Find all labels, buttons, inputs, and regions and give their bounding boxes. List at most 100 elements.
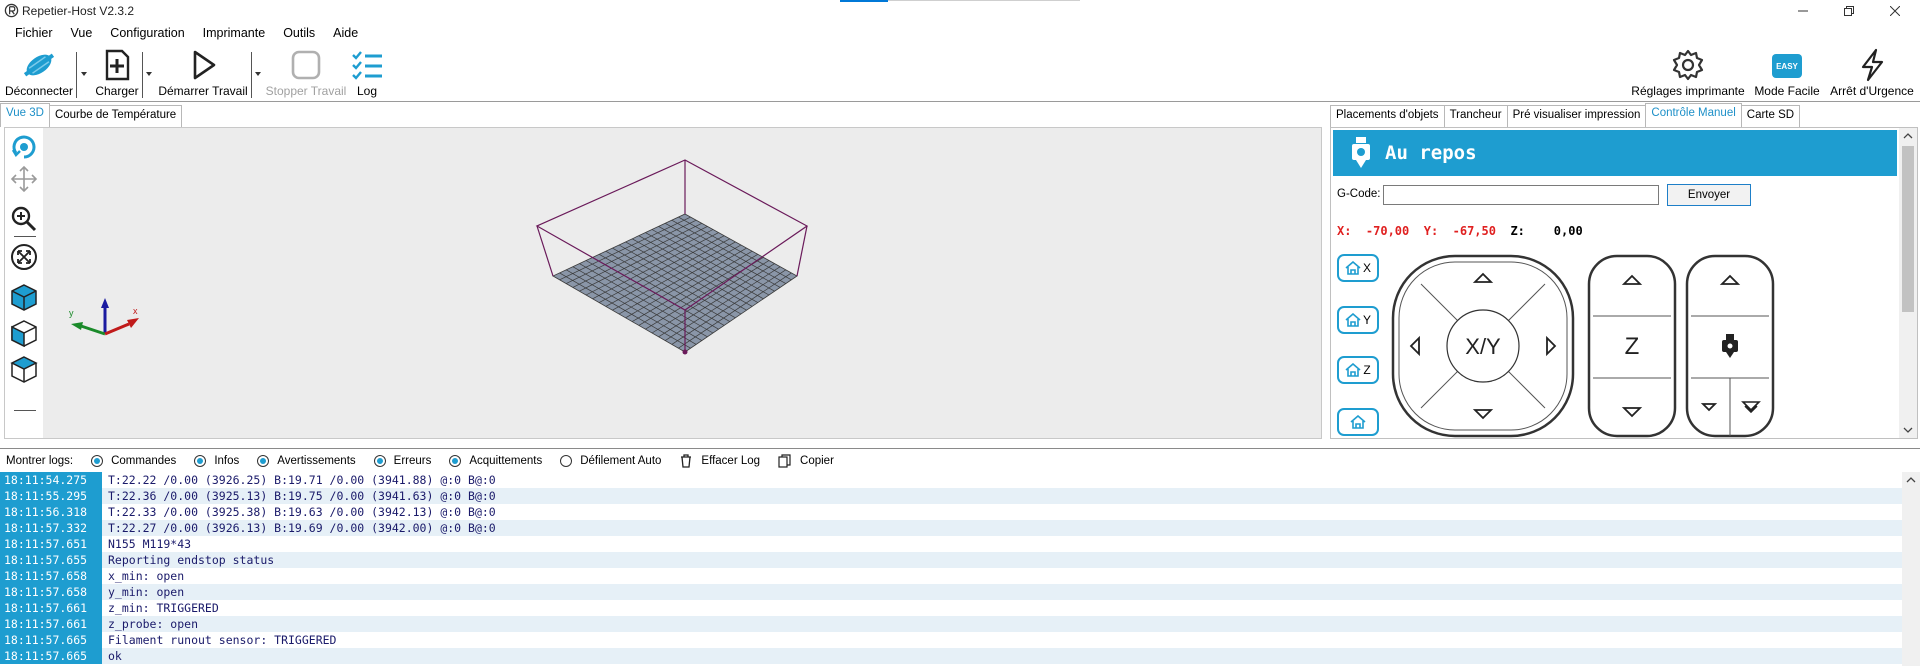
- position-readout: X: -70,00 Y: -67,50 Z: 0,00: [1337, 224, 1583, 238]
- log-scrollbar[interactable]: [1902, 472, 1920, 666]
- log-row[interactable]: 18:11:57.655 Reporting endstop status: [0, 552, 1902, 568]
- start-job-dropdown-icon[interactable]: [254, 70, 262, 78]
- minimize-button[interactable]: [1780, 0, 1826, 22]
- log-row[interactable]: 18:11:57.332 T:22.27 /0.00 (3926.13) B:19…: [0, 520, 1902, 536]
- scroll-up-icon[interactable]: [1906, 476, 1916, 484]
- right-tab-strip: Placements d'objets Trancheur Pré visual…: [1330, 103, 1801, 127]
- filter-acks[interactable]: Acquittements: [449, 454, 542, 467]
- menu-aide[interactable]: Aide: [324, 24, 367, 46]
- extruder-jog-pad[interactable]: [1685, 254, 1775, 438]
- menu-vue[interactable]: Vue: [62, 24, 102, 46]
- log-list[interactable]: 18:11:54.275 T:22.22 /0.00 (3926.25) B:19…: [0, 472, 1920, 666]
- autoscroll-label: Défilement Auto: [580, 454, 662, 467]
- z-jog-pad[interactable]: Z: [1587, 254, 1677, 438]
- xy-jog-pad[interactable]: X/Y: [1391, 254, 1575, 438]
- scroll-up-icon[interactable]: [1903, 132, 1913, 140]
- iso-view-tool[interactable]: [9, 282, 39, 312]
- filter-commands[interactable]: Commandes: [91, 454, 176, 467]
- send-button[interactable]: Envoyer: [1667, 184, 1751, 206]
- log-button[interactable]: Log: [350, 46, 384, 102]
- log-row[interactable]: 18:11:56.318 T:22.33 /0.00 (3925.38) B:19…: [0, 504, 1902, 520]
- close-button[interactable]: [1872, 0, 1918, 22]
- filter-errors-label: Erreurs: [393, 454, 432, 467]
- filter-commands-toggle[interactable]: [91, 454, 104, 467]
- filter-errors-toggle[interactable]: [373, 454, 386, 467]
- log-timestamp: 18:11:56.318: [0, 504, 102, 520]
- home-icon: [1345, 363, 1361, 377]
- printer-settings-button[interactable]: Réglages imprimante: [1630, 46, 1746, 102]
- move-tool[interactable]: [9, 164, 39, 194]
- tab-slicer[interactable]: Trancheur: [1443, 105, 1508, 127]
- easy-mode-button[interactable]: EASY Mode Facile: [1752, 46, 1822, 102]
- autoscroll-toggle[interactable]: Défilement Auto: [560, 454, 662, 467]
- load-button[interactable]: Charger: [92, 46, 142, 102]
- scroll-down-icon[interactable]: [1903, 426, 1913, 434]
- log-row[interactable]: 18:11:57.651 N155 M119*43: [0, 536, 1902, 552]
- log-message: z_probe: open: [108, 617, 199, 631]
- rotate-tool[interactable]: [9, 132, 39, 162]
- filter-warnings-toggle[interactable]: [257, 454, 270, 467]
- menu-fichier[interactable]: Fichier: [6, 24, 62, 46]
- home-z-button[interactable]: Z: [1337, 356, 1379, 384]
- tool-separator: [14, 410, 36, 411]
- disconnect-dropdown-icon[interactable]: [80, 70, 88, 78]
- tab-sd-card[interactable]: Carte SD: [1740, 105, 1801, 127]
- log-timestamp: 18:11:57.661: [0, 616, 102, 632]
- easy-badge: EASY: [1776, 62, 1798, 71]
- disconnect-button[interactable]: Déconnecter: [4, 46, 74, 102]
- gcode-input[interactable]: [1383, 185, 1659, 205]
- filter-warnings[interactable]: Avertissements: [257, 454, 356, 467]
- tab-object-placement[interactable]: Placements d'objets: [1330, 105, 1445, 127]
- home-y-button[interactable]: Y: [1337, 306, 1379, 334]
- z-coord-value: 0,00: [1553, 224, 1583, 238]
- tab-temperature-curve[interactable]: Courbe de Température: [48, 105, 183, 127]
- load-dropdown-icon[interactable]: [145, 70, 153, 78]
- log-row[interactable]: 18:11:54.275 T:22.22 /0.00 (3926.25) B:19…: [0, 472, 1902, 488]
- log-row[interactable]: 18:11:57.661 z_min: TRIGGERED: [0, 600, 1902, 616]
- 3d-viewport[interactable]: y x: [4, 127, 1322, 439]
- tab-3d-view[interactable]: Vue 3D: [0, 103, 50, 127]
- copy-log-button[interactable]: Copier: [778, 453, 834, 468]
- lightning-icon: [1861, 48, 1884, 82]
- home-x-button[interactable]: X: [1337, 254, 1379, 282]
- log-row[interactable]: 18:11:57.658 y_min: open: [0, 584, 1902, 600]
- log-row[interactable]: 18:11:57.665 ok: [0, 648, 1902, 664]
- menu-outils[interactable]: Outils: [274, 24, 324, 46]
- stop-icon: [291, 50, 321, 80]
- scroll-thumb[interactable]: [1902, 146, 1914, 312]
- zoom-tool[interactable]: [9, 204, 39, 234]
- tab-manual-control[interactable]: Contrôle Manuel: [1645, 103, 1742, 127]
- filter-infos[interactable]: Infos: [194, 454, 239, 467]
- restore-button[interactable]: [1826, 0, 1872, 22]
- add-file-icon: [105, 49, 130, 81]
- start-job-button[interactable]: Démarrer Travail: [158, 46, 248, 102]
- log-timestamp: 18:11:57.661: [0, 600, 102, 616]
- fit-view-tool[interactable]: [9, 242, 39, 272]
- title-accent-line: [888, 0, 1080, 1]
- filter-infos-toggle[interactable]: [194, 454, 207, 467]
- log-message: T:22.22 /0.00 (3926.25) B:19.71 /0.00 (3…: [108, 473, 496, 487]
- tab-print-preview[interactable]: Pré visualiser impression: [1506, 105, 1647, 127]
- log-row[interactable]: 18:11:55.295 T:22.36 /0.00 (3925.13) B:19…: [0, 488, 1902, 504]
- menu-bar: Fichier Vue Configuration Imprimante Out…: [0, 24, 1920, 46]
- front-view-tool[interactable]: [9, 318, 39, 348]
- menu-configuration[interactable]: Configuration: [101, 24, 193, 46]
- clear-log-button[interactable]: Effacer Log: [679, 453, 760, 468]
- menu-imprimante[interactable]: Imprimante: [194, 24, 275, 46]
- top-view-tool[interactable]: [9, 354, 39, 384]
- stop-job-button[interactable]: Stopper Travail: [266, 46, 346, 102]
- manual-control-panel: Au repos G-Code: Envoyer X: -70,00 Y: -6…: [1330, 127, 1918, 439]
- left-tab-strip: Vue 3D Courbe de Température: [0, 103, 183, 127]
- manual-scrollbar[interactable]: [1899, 128, 1917, 438]
- log-row[interactable]: 18:11:57.665 Filament runout sensor: TRIG…: [0, 632, 1902, 648]
- home-all-button[interactable]: [1337, 408, 1379, 436]
- log-row[interactable]: 18:11:57.658 x_min: open: [0, 568, 1902, 584]
- printer-status-banner: Au repos: [1333, 130, 1897, 176]
- emergency-stop-button[interactable]: Arrêt d'Urgence: [1828, 46, 1916, 102]
- filter-errors[interactable]: Erreurs: [373, 454, 432, 467]
- filter-acks-toggle[interactable]: [449, 454, 462, 467]
- autoscroll-radio[interactable]: [560, 454, 573, 467]
- copy-log-label: Copier: [800, 454, 834, 467]
- log-row[interactable]: 18:11:57.661 z_probe: open: [0, 616, 1902, 632]
- home-z-label: Z: [1363, 363, 1371, 377]
